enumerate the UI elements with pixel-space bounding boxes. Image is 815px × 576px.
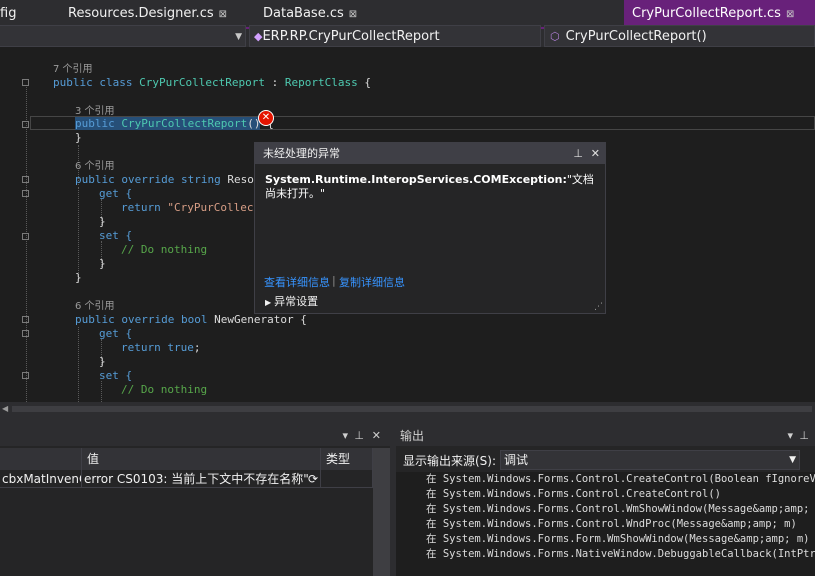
- watch-row-type[interactable]: [321, 470, 373, 488]
- tab-label: fig: [0, 6, 17, 21]
- method-icon: ⬡: [550, 30, 560, 43]
- collapse-toggle[interactable]: [22, 190, 29, 197]
- tab-pin-icon[interactable]: ⊠: [219, 9, 227, 20]
- chevron-down-icon[interactable]: ▾: [787, 426, 793, 446]
- constructor-declaration: public CryPurCollectReport() {: [75, 117, 274, 130]
- vertical-scrollbar[interactable]: [373, 448, 390, 576]
- code-line: set {: [99, 229, 133, 242]
- tab-label: Resources.Designer.cs: [68, 6, 214, 21]
- output-line: 在 System.Windows.Forms.Control.WmShowWin…: [426, 503, 815, 515]
- reference-count[interactable]: 6 个引用: [75, 159, 115, 173]
- column-header-type[interactable]: 类型: [321, 448, 373, 470]
- editor-horizontal-scrollbar[interactable]: ◀: [0, 402, 815, 416]
- output-panel: 输出 ▾ ⊥ 显示输出来源(S): 调试 ▼ 在 System.Windows.F…: [396, 426, 815, 576]
- copy-details-link[interactable]: 复制详细信息: [339, 274, 405, 290]
- collapse-toggle[interactable]: [22, 176, 29, 183]
- output-line: 在 System.Windows.Forms.Control.WndProc(M…: [426, 518, 797, 530]
- code-line: return true;: [121, 341, 201, 354]
- collapse-toggle[interactable]: [22, 372, 29, 379]
- pin-icon[interactable]: ⊥: [799, 426, 809, 446]
- exception-message: System.Runtime.InteropServices.COMExcept…: [265, 173, 595, 201]
- output-line: 在 System.Windows.Forms.Control.CreateCon…: [426, 488, 721, 500]
- collapse-toggle[interactable]: [22, 121, 29, 128]
- tab-resources-designer[interactable]: Resources.Designer.cs ⊠: [68, 0, 238, 27]
- collapse-toggle[interactable]: [22, 316, 29, 323]
- tab-crypurcollectreport[interactable]: CryPurCollectReport.cs ⊠: [624, 0, 815, 27]
- indent-guide: [78, 187, 79, 283]
- class-declaration: public class CryPurCollectReport : Repor…: [53, 76, 371, 89]
- tab-config[interactable]: fig: [0, 0, 52, 27]
- collapse-toggle[interactable]: [22, 233, 29, 240]
- tab-database[interactable]: DataBase.cs ⊠: [263, 0, 383, 27]
- close-icon[interactable]: ✕: [591, 143, 600, 164]
- code-line: }: [99, 257, 106, 270]
- tab-label: DataBase.cs: [263, 6, 344, 21]
- tab-pin-icon[interactable]: ⊠: [349, 9, 357, 20]
- column-header-value[interactable]: 值: [82, 448, 321, 470]
- code-comment: // Do nothing: [121, 383, 208, 396]
- watch-row-value[interactable]: error CS0103: 当前上下文中不存在名称" ⟳: [82, 470, 321, 488]
- pin-icon[interactable]: ⊥: [354, 426, 364, 446]
- collapse-toggle[interactable]: [22, 79, 29, 86]
- code-line: }: [75, 131, 82, 144]
- watch-panel: ▾ ⊥ ✕ 值 类型 cbxMatInvenCo error CS0103: 当…: [0, 426, 390, 576]
- chevron-down-icon: ▼: [235, 32, 242, 42]
- output-panel-header: 输出 ▾ ⊥: [396, 426, 815, 446]
- code-line: get {: [99, 187, 133, 200]
- class-dropdown-value: ERP.RP.CryPurCollectReport: [262, 29, 440, 44]
- exception-popup-header: 未经处理的异常 ⊥ ✕: [255, 143, 605, 164]
- output-line: 在 System.Windows.Forms.NativeWindow.Debu…: [426, 548, 815, 560]
- watch-panel-header: ▾ ⊥ ✕: [0, 426, 390, 446]
- indent-guide: [78, 327, 79, 402]
- code-line: get {: [99, 327, 133, 340]
- indent-guide: [101, 381, 102, 402]
- exception-settings-label: 异常设置: [274, 295, 319, 308]
- output-panel-title: 输出: [400, 429, 425, 443]
- member-dropdown[interactable]: ⬡ CryPurCollectReport(): [544, 25, 815, 47]
- code-line: set {: [99, 369, 133, 382]
- scroll-left-arrow-icon[interactable]: ◀: [2, 402, 8, 416]
- code-line: }: [99, 215, 106, 228]
- scrollbar-track[interactable]: [12, 406, 812, 412]
- output-line: 在 System.Windows.Forms.Form.WmShowWindow…: [426, 533, 810, 545]
- view-details-link[interactable]: 查看详细信息: [264, 274, 330, 290]
- output-source-label: 显示输出来源(S):: [403, 454, 497, 468]
- collapse-toggle[interactable]: [22, 330, 29, 337]
- chevron-down-icon: ▼: [789, 455, 796, 465]
- reference-count[interactable]: 3 个引用: [75, 104, 115, 118]
- chevron-down-icon[interactable]: ▾: [342, 426, 348, 446]
- column-header-name[interactable]: [0, 448, 82, 470]
- output-source-dropdown[interactable]: 调试 ▼: [500, 450, 800, 470]
- member-dropdown-value: CryPurCollectReport(): [565, 29, 707, 44]
- tab-label: CryPurCollectReport.cs: [632, 6, 781, 21]
- output-source-value: 调试: [504, 453, 529, 467]
- exception-type: System.Runtime.InteropServices.COMExcept…: [265, 173, 567, 186]
- exception-settings-expander[interactable]: ▶ 异常设置: [265, 293, 318, 309]
- pin-icon[interactable]: ⊥: [573, 143, 583, 164]
- reference-count[interactable]: 7 个引用: [53, 62, 93, 76]
- reference-count[interactable]: 6 个引用: [75, 299, 115, 313]
- link-separator: |: [332, 274, 336, 287]
- property-declaration: public override bool NewGenerator {: [75, 313, 307, 326]
- refresh-icon[interactable]: ⟳: [308, 470, 318, 487]
- watch-row-name[interactable]: cbxMatInvenCo: [0, 470, 82, 488]
- chevron-right-icon: ▶: [265, 298, 272, 307]
- tab-close-icon[interactable]: ⊠: [786, 9, 794, 20]
- class-dropdown[interactable]: ◆ERP.RP.CryPurCollectReport: [249, 25, 541, 47]
- exception-helper-popup: 未经处理的异常 ⊥ ✕ System.Runtime.InteropServic…: [254, 142, 606, 314]
- code-comment: // Do nothing: [121, 243, 208, 256]
- project-dropdown[interactable]: ▼: [0, 25, 246, 47]
- exception-popup-title: 未经处理的异常: [263, 147, 340, 160]
- outline-guide: [26, 87, 27, 402]
- resize-grip-icon[interactable]: ⋰: [594, 302, 603, 312]
- error-icon[interactable]: ✕: [258, 110, 274, 126]
- panel-splitter[interactable]: [0, 416, 815, 426]
- close-icon[interactable]: ✕: [372, 426, 381, 446]
- output-line: 在 System.Windows.Forms.Control.CreateCon…: [426, 473, 815, 485]
- code-line: }: [99, 355, 106, 368]
- output-text-area[interactable]: 在 System.Windows.Forms.Control.CreateCon…: [396, 472, 815, 576]
- code-line: }: [75, 271, 82, 284]
- document-tab-bar: fig Resources.Designer.cs ⊠ DataBase.cs ⊠ …: [0, 0, 815, 27]
